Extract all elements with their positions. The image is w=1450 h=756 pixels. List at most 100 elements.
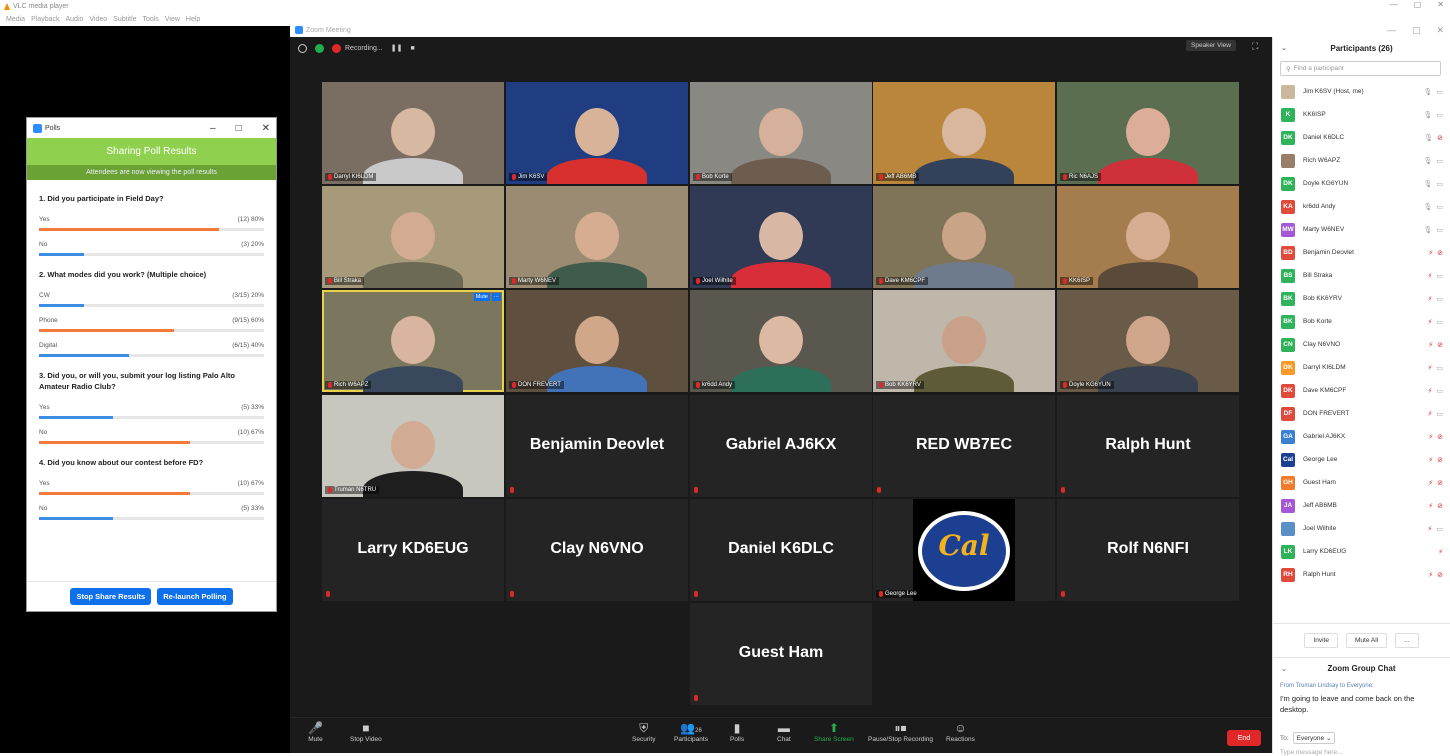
- recipient-select[interactable]: Everyone ⌄: [1292, 732, 1336, 744]
- tile-more-button[interactable]: ···: [491, 293, 501, 301]
- maximize-icon[interactable]: ▢: [1412, 25, 1421, 36]
- vlc-menu-media[interactable]: Media: [6, 16, 25, 23]
- end-meeting-button[interactable]: End: [1227, 730, 1261, 746]
- camera-icon[interactable]: ▭: [1436, 203, 1443, 211]
- microphone-muted-icon[interactable]: ⚡: [1428, 456, 1433, 464]
- microphone-icon[interactable]: 🎙: [1423, 203, 1432, 211]
- video-tile[interactable]: Bob KK6YRV: [873, 290, 1055, 392]
- participant-row[interactable]: BK Bob KK6YRV ⚡ ▭: [1273, 287, 1450, 310]
- vlc-menu-audio[interactable]: Audio: [65, 16, 83, 23]
- participant-row[interactable]: K KK6ISP 🎙 ▭: [1273, 103, 1450, 126]
- camera-off-icon[interactable]: ⊘: [1437, 456, 1443, 464]
- video-tile[interactable]: Doyle KG6YUN: [1057, 290, 1239, 392]
- camera-icon[interactable]: ▭: [1436, 364, 1443, 372]
- minimize-icon[interactable]: —: [1390, 0, 1398, 9]
- info-icon[interactable]: [298, 43, 307, 53]
- microphone-muted-icon[interactable]: ⚡: [1428, 479, 1433, 487]
- participant-row[interactable]: MW Marty W6NEV 🎙 ▭: [1273, 218, 1450, 241]
- microphone-muted-icon[interactable]: ⚡: [1427, 364, 1432, 372]
- polls-button[interactable]: ▮ Polls: [730, 721, 744, 743]
- video-tile[interactable]: Guest Ham: [690, 603, 872, 705]
- vlc-menu-video[interactable]: Video: [89, 16, 107, 23]
- maximize-icon[interactable]: ▢: [1414, 0, 1422, 9]
- microphone-icon[interactable]: 🎙: [1424, 134, 1433, 142]
- invite-button[interactable]: Invite: [1304, 633, 1338, 648]
- participant-row[interactable]: RH Ralph Hunt ⚡ ⊘: [1273, 563, 1450, 586]
- microphone-muted-icon[interactable]: ⚡: [1427, 410, 1432, 418]
- microphone-muted-icon[interactable]: ⚡: [1428, 571, 1433, 579]
- video-tile[interactable]: Bob Korte: [690, 82, 872, 184]
- participant-row[interactable]: Cal George Lee ⚡ ⊘: [1273, 448, 1450, 471]
- chat-button[interactable]: ▬ Chat: [777, 721, 791, 743]
- stop-video-button[interactable]: ■ Stop Video: [350, 721, 382, 743]
- camera-icon[interactable]: ▭: [1436, 157, 1443, 165]
- camera-icon[interactable]: ▭: [1436, 272, 1443, 280]
- participant-row[interactable]: Jim K6SV (Host, me) 🎙 ▭: [1273, 80, 1450, 103]
- maximize-icon[interactable]: □: [236, 123, 242, 134]
- microphone-muted-icon[interactable]: ⚡: [1428, 433, 1433, 441]
- find-participant-input[interactable]: ⚲ Find a participant: [1280, 61, 1441, 76]
- microphone-muted-icon[interactable]: ⚡: [1427, 525, 1432, 533]
- video-tile[interactable]: Dave KM6CPF: [873, 186, 1055, 288]
- participant-row[interactable]: BS Bill Straka ⚡ ▭: [1273, 264, 1450, 287]
- participant-row[interactable]: DK Dave KM6CPF ⚡ ▭: [1273, 379, 1450, 402]
- participant-row[interactable]: DF DON FREVERT ⚡ ▭: [1273, 402, 1450, 425]
- video-tile[interactable]: Truman N6TRU: [322, 395, 504, 497]
- reactions-button[interactable]: ☺ Reactions: [946, 721, 975, 743]
- video-tile[interactable]: Daniel K6DLC: [690, 499, 872, 601]
- camera-icon[interactable]: ▭: [1436, 226, 1443, 234]
- security-button[interactable]: ⛨ Security: [632, 721, 655, 743]
- camera-off-icon[interactable]: ⊘: [1437, 502, 1443, 510]
- participant-row[interactable]: GH Guest Ham ⚡ ⊘: [1273, 471, 1450, 494]
- camera-icon[interactable]: ▭: [1436, 387, 1443, 395]
- participant-row[interactable]: BK Bob Korte ⚡ ▭: [1273, 310, 1450, 333]
- video-tile[interactable]: Bill Straka: [322, 186, 504, 288]
- microphone-icon[interactable]: 🎙: [1423, 226, 1432, 234]
- minimize-icon[interactable]: —: [1387, 25, 1396, 36]
- video-tile[interactable]: Larry KD6EUG: [322, 499, 504, 601]
- record-button[interactable]: ⏸⏹ Pause/Stop Recording: [868, 721, 933, 743]
- participant-row[interactable]: DK Daniel K6DLC 🎙 ⊘: [1273, 126, 1450, 149]
- video-tile[interactable]: Darryl KI6LDM: [322, 82, 504, 184]
- relaunch-polling-button[interactable]: Re-launch Polling: [157, 588, 233, 605]
- speaker-view-button[interactable]: Speaker View: [1186, 40, 1236, 51]
- pause-recording-icon[interactable]: ❚❚: [391, 44, 403, 52]
- close-icon[interactable]: ✕: [262, 123, 270, 134]
- vlc-menu-help[interactable]: Help: [186, 16, 200, 23]
- chevron-down-icon[interactable]: ⌄: [1281, 44, 1287, 52]
- more-options-button[interactable]: ...: [1395, 633, 1419, 648]
- camera-off-icon[interactable]: ⊘: [1437, 134, 1443, 142]
- microphone-muted-icon[interactable]: ⚡: [1427, 318, 1432, 326]
- camera-off-icon[interactable]: ⊘: [1437, 479, 1443, 487]
- stop-share-results-button[interactable]: Stop Share Results: [70, 588, 152, 605]
- participant-row[interactable]: BD Benjamin Deovlet ⚡ ⊘: [1273, 241, 1450, 264]
- camera-icon[interactable]: ▭: [1436, 318, 1443, 326]
- video-tile[interactable]: Rich W6APZ Mute ···: [322, 290, 504, 392]
- microphone-muted-icon[interactable]: ⚡: [1427, 387, 1432, 395]
- participant-row[interactable]: DK Doyle KG6YUN 🎙 ▭: [1273, 172, 1450, 195]
- fullscreen-icon[interactable]: ⛶: [1252, 41, 1258, 52]
- microphone-muted-icon[interactable]: ⚡: [1428, 249, 1433, 257]
- video-tile[interactable]: Ric N6AJS: [1057, 82, 1239, 184]
- microphone-muted-icon[interactable]: ⚡: [1438, 548, 1443, 556]
- video-tile[interactable]: kr6dd Andy: [690, 290, 872, 392]
- microphone-icon[interactable]: 🎙: [1423, 88, 1432, 96]
- camera-icon[interactable]: ▭: [1436, 295, 1443, 303]
- camera-off-icon[interactable]: ⊘: [1437, 571, 1443, 579]
- video-tile[interactable]: Joel Wilhite: [690, 186, 872, 288]
- camera-icon[interactable]: ▭: [1436, 410, 1443, 418]
- microphone-icon[interactable]: 🎙: [1423, 111, 1432, 119]
- stop-recording-icon[interactable]: ■: [410, 45, 414, 52]
- microphone-muted-icon[interactable]: ⚡: [1427, 272, 1432, 280]
- video-tile[interactable]: DON FREVERT: [506, 290, 688, 392]
- participant-row[interactable]: Joel Wilhite ⚡ ▭: [1273, 517, 1450, 540]
- camera-off-icon[interactable]: ⊘: [1437, 341, 1443, 349]
- video-tile[interactable]: Marty W6NEV: [506, 186, 688, 288]
- camera-off-icon[interactable]: ⊘: [1437, 433, 1443, 441]
- minimize-icon[interactable]: –: [210, 123, 216, 134]
- video-tile[interactable]: Rolf N6NFI: [1057, 499, 1239, 601]
- vlc-menu-subtitle[interactable]: Subtitle: [113, 16, 136, 23]
- camera-icon[interactable]: ▭: [1436, 180, 1443, 188]
- shield-check-icon[interactable]: [315, 43, 324, 53]
- microphone-icon[interactable]: 🎙: [1423, 180, 1432, 188]
